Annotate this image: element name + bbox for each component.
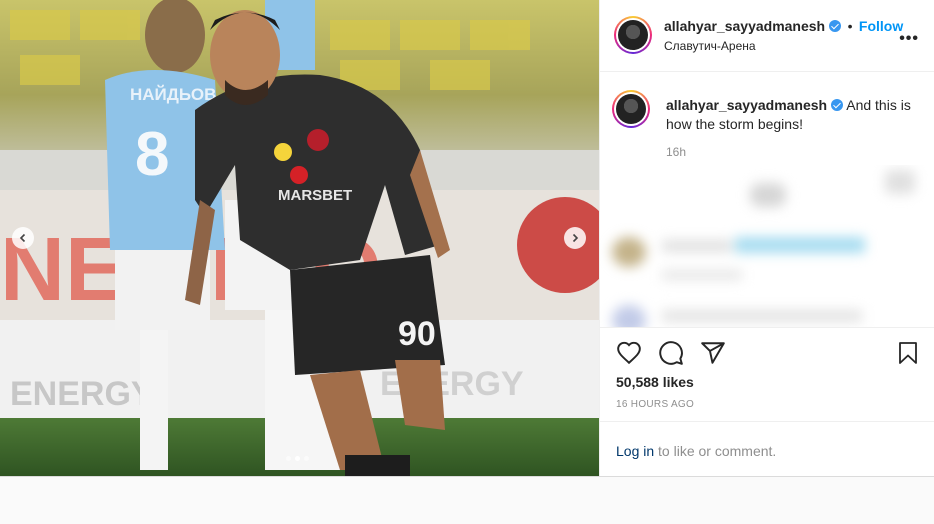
svg-text:MARSBET: MARSBET bbox=[278, 187, 352, 204]
avatar-image bbox=[618, 20, 648, 50]
caption-text-block: allahyar_sayyadmanesh And this is how th… bbox=[666, 96, 921, 134]
comment-icon[interactable] bbox=[658, 340, 684, 366]
post-container: NE ELTO ENERGY ENERGY НАЙДЬОВ 8 bbox=[0, 0, 934, 477]
caption-avatar[interactable] bbox=[612, 90, 650, 128]
follow-button[interactable]: Follow bbox=[859, 18, 903, 34]
caption-timestamp: 16h bbox=[666, 145, 687, 159]
carousel-dot bbox=[286, 456, 291, 461]
comment-bar: Log in to like or comment. bbox=[600, 421, 934, 478]
chevron-left-icon bbox=[19, 233, 26, 243]
svg-text:НАЙДЬОВ: НАЙДЬОВ bbox=[130, 85, 216, 104]
carousel-dot-active bbox=[295, 456, 300, 461]
bookmark-icon[interactable] bbox=[896, 340, 920, 366]
post-media[interactable]: NE ELTO ENERGY ENERGY НАЙДЬОВ 8 bbox=[0, 0, 599, 476]
carousel-dot bbox=[304, 456, 309, 461]
blurred-comments bbox=[600, 165, 934, 327]
location-link[interactable]: Славутич-Арена bbox=[664, 39, 756, 53]
previous-slide-button[interactable] bbox=[12, 227, 34, 249]
heart-icon[interactable] bbox=[616, 340, 642, 366]
ad-board-text: ENERGY bbox=[10, 375, 154, 413]
post-sidebar: allahyar_sayyadmanesh • Follow Славутич-… bbox=[599, 0, 934, 476]
action-icons bbox=[616, 340, 726, 366]
post-photo: NE ELTO ENERGY ENERGY НАЙДЬОВ 8 bbox=[0, 0, 599, 476]
chevron-right-icon bbox=[572, 233, 579, 243]
likes-count[interactable]: 50,588 likes bbox=[616, 374, 694, 390]
username-link[interactable]: allahyar_sayyadmanesh bbox=[664, 18, 825, 34]
login-prompt-text: to like or comment. bbox=[654, 443, 777, 459]
carousel-indicator bbox=[286, 456, 309, 461]
svg-text:90: 90 bbox=[398, 315, 436, 353]
avatar[interactable] bbox=[614, 16, 652, 54]
post-header: allahyar_sayyadmanesh • Follow Славутич-… bbox=[600, 0, 934, 72]
post-actions: 50,588 likes 16 HOURS AGO Log in to like… bbox=[600, 327, 934, 477]
verified-badge-icon bbox=[831, 99, 844, 111]
next-slide-button[interactable] bbox=[564, 227, 586, 249]
svg-text:8: 8 bbox=[135, 120, 169, 189]
post-timestamp[interactable]: 16 HOURS AGO bbox=[616, 399, 694, 410]
dot-separator: • bbox=[847, 18, 853, 34]
login-link[interactable]: Log in bbox=[616, 443, 654, 459]
verified-badge-icon bbox=[829, 20, 842, 32]
caption-username-link[interactable]: allahyar_sayyadmanesh bbox=[666, 97, 827, 113]
more-options-icon[interactable]: ••• bbox=[899, 30, 919, 48]
share-icon[interactable] bbox=[700, 340, 726, 366]
login-prompt: Log in to like or comment. bbox=[616, 443, 776, 459]
avatar-image bbox=[616, 94, 646, 124]
